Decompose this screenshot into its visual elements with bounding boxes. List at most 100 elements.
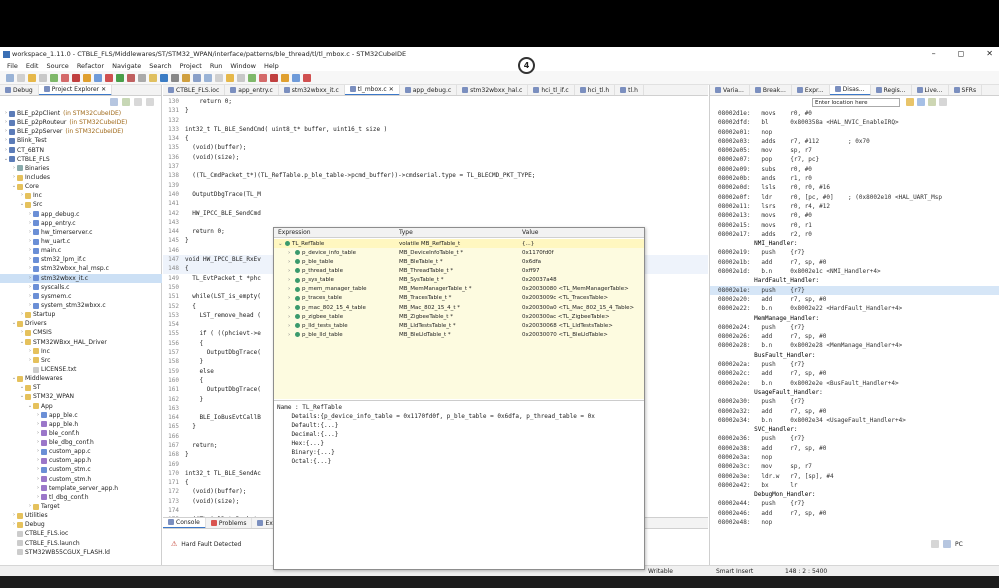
tree-item[interactable]: › custom_stm.h — [0, 475, 162, 484]
tree-item[interactable]: › template_server_app.h — [0, 484, 162, 493]
code-line[interactable]: 137 — [163, 162, 708, 171]
code-line[interactable]: 134 { — [163, 134, 708, 143]
clear-console-icon[interactable] — [931, 540, 939, 548]
disassembly-label[interactable]: NMI_Handler: — [710, 239, 999, 248]
build-icon[interactable] — [248, 73, 256, 82]
disassembly-line[interactable]: 08002e15: movs r0, r1 — [710, 221, 999, 230]
hammer-icon[interactable] — [182, 73, 190, 82]
tab-console[interactable]: Console — [163, 518, 206, 528]
disassembly-line[interactable]: 08002e0b: ands r1, r0 — [710, 174, 999, 183]
code-line[interactable]: 133 int32_t TL_BLE_SendCmd( uint8_t* buff… — [163, 125, 708, 134]
expand-arrow-icon[interactable]: › — [288, 305, 295, 311]
menu-search[interactable]: Search — [149, 62, 171, 70]
search-icon[interactable] — [138, 73, 146, 82]
disassembly-line[interactable]: 08002e2a: push {r7} — [710, 360, 999, 369]
expand-arrow-icon[interactable]: › — [288, 323, 295, 329]
debug-view-tab[interactable]: SFRs — [949, 85, 983, 95]
disassembly-line[interactable]: 08002e01: nop — [710, 128, 999, 137]
tree-item[interactable]: › tl_dbg_conf.h — [0, 493, 162, 502]
disassembly-label[interactable]: MemManage_Handler: — [710, 314, 999, 323]
expression-row[interactable]: › p_ble_lld_table MB_BleLldTable_t * 0x2003… — [274, 330, 644, 339]
disassembly-line[interactable]: 08002e2c: add r7, sp, #0 — [710, 369, 999, 378]
tree-item[interactable]: › Includes — [0, 173, 162, 182]
tree-item[interactable]: › app_ble.c — [0, 411, 162, 420]
editor-tab[interactable]: tl_mbox.c ✕ — [344, 85, 400, 95]
pin-console-icon[interactable] — [943, 540, 951, 548]
tree-item[interactable]: › syscalls.c — [0, 283, 162, 292]
tree-item[interactable]: CTBLE_FLS.launch — [0, 539, 162, 548]
tree-item[interactable]: › custom_app.c — [0, 447, 162, 456]
new-icon[interactable] — [204, 73, 212, 82]
expand-arrow-icon[interactable]: › — [288, 286, 295, 292]
expand-arrow-icon[interactable]: › — [288, 259, 295, 265]
tree-item[interactable]: ⌄ Middlewares — [0, 374, 162, 383]
save-icon[interactable] — [215, 73, 223, 82]
disassembly-line[interactable]: 08002d1e: movs r0, #0 — [710, 109, 999, 118]
disassembly-label[interactable]: UsageFault_Handler: — [710, 388, 999, 397]
disassembly-line[interactable]: 08002e38: add r7, sp, #0 — [710, 444, 999, 453]
code-line[interactable]: 130 return 0; — [163, 97, 708, 106]
expression-row[interactable]: › p_lld_tests_table MB_LldTestsTable_t * 0x… — [274, 321, 644, 330]
disassembly-listing[interactable]: 08002d1e: movs r0, #0 08002dfd: bl 0x8003… — [710, 109, 999, 576]
tree-item[interactable]: › Target — [0, 502, 162, 511]
tree-item[interactable]: › BLE_p2pRouteur (in STM32CubeIDE) — [0, 118, 162, 127]
tree-item[interactable]: ⌄ CTBLE_FLS — [0, 155, 162, 164]
disassembly-line[interactable]: 08002e1b: add r7, sp, #0 — [710, 258, 999, 267]
editor-tab[interactable]: app_entry.c — [225, 85, 279, 95]
editor-tab[interactable]: stm32wbxx_hal.c — [457, 85, 529, 95]
close-icon[interactable]: ✕ — [389, 86, 394, 93]
menu-file[interactable]: File — [7, 62, 18, 70]
tree-item[interactable]: › app_ble.h — [0, 420, 162, 429]
expression-row[interactable]: › p_ble_table MB_BleTable_t * 0x6dfa — [274, 257, 644, 266]
col-value[interactable]: Value — [522, 229, 642, 236]
location-input[interactable]: Enter location here — [812, 98, 900, 107]
disassembly-line[interactable]: 08002e03: adds r7, #112 ; 0x70 — [710, 137, 999, 146]
disassembly-line[interactable]: 08002dfd: bl 0x800358a <HAL_NVIC_EnableI… — [710, 118, 999, 127]
step-into-icon[interactable] — [94, 73, 102, 82]
code-line[interactable]: 141 — [163, 199, 708, 208]
tree-item[interactable]: ⌄ Core — [0, 182, 162, 191]
editor-tab[interactable]: hci_tl.h — [575, 85, 616, 95]
link-editor-icon[interactable] — [122, 98, 130, 106]
tree-item[interactable]: › CMSIS — [0, 328, 162, 337]
expand-arrow-icon[interactable]: › — [288, 277, 295, 283]
tree-item[interactable]: › app_debug.c — [0, 210, 162, 219]
debug-view-tab[interactable]: Varia... — [710, 85, 750, 95]
disassembly-line[interactable]: 08002e19: push {r7} — [710, 248, 999, 257]
close-icon[interactable]: ✕ — [986, 49, 993, 58]
tree-item[interactable]: › Debug — [0, 520, 162, 529]
disassembly-line[interactable]: 08002e42: bx lr — [710, 481, 999, 490]
expression-row[interactable]: › p_mac_802_15_4_table MB_Mac_802_15_4_t *… — [274, 303, 644, 312]
code-line[interactable]: 138 ((TL_CmdPacket_t*)(TL_RefTable.p_ble… — [163, 171, 708, 180]
new-icon[interactable] — [6, 73, 14, 82]
perspective-icon[interactable] — [193, 73, 201, 82]
close-icon[interactable]: ✕ — [101, 86, 106, 93]
tree-item[interactable]: ⌄ STM32WBxx_HAL_Driver — [0, 338, 162, 347]
tab-problems[interactable]: Problems — [206, 518, 253, 528]
build-icon[interactable] — [50, 73, 58, 82]
disassembly-line[interactable]: 08002e3c: mov sp, r7 — [710, 462, 999, 471]
open-folder-icon[interactable] — [226, 73, 234, 82]
disassembly-line[interactable]: 08002e30: push {r7} — [710, 397, 999, 406]
disassembly-line[interactable]: 08002e24: push {r7} — [710, 323, 999, 332]
disassembly-label[interactable]: DebugMon_Handler: — [710, 490, 999, 499]
print-icon[interactable] — [39, 73, 47, 82]
disassembly-line[interactable]: 08002e3e: ldr.w r7, [sp], #4 — [710, 472, 999, 481]
code-line[interactable]: 139 — [163, 181, 708, 190]
resume-icon[interactable] — [116, 73, 124, 82]
expression-row[interactable]: › p_sys_table MB_SysTable_t * 0x20037a48 — [274, 276, 644, 285]
disassembly-line[interactable]: 08002e46: add r7, sp, #0 — [710, 509, 999, 518]
tree-item[interactable]: ⌄ Src — [0, 200, 162, 209]
tree-item[interactable]: › ble_conf.h — [0, 429, 162, 438]
disassembly-line[interactable]: 08002e09: subs r0, #0 — [710, 165, 999, 174]
link-icon[interactable] — [917, 98, 925, 106]
disassembly-line[interactable]: 08002e17: adds r2, r0 — [710, 230, 999, 239]
step-into-icon[interactable] — [292, 73, 300, 82]
terminate-icon[interactable] — [105, 73, 113, 82]
editor-tab[interactable]: hci_tl_if.c — [528, 85, 575, 95]
tab-debug[interactable]: Debug — [0, 85, 39, 95]
menu-refactor[interactable]: Refactor — [77, 62, 104, 70]
save-icon[interactable] — [17, 73, 25, 82]
run-configs-icon[interactable] — [281, 73, 289, 82]
code-line[interactable]: 136 (void)(size); — [163, 153, 708, 162]
